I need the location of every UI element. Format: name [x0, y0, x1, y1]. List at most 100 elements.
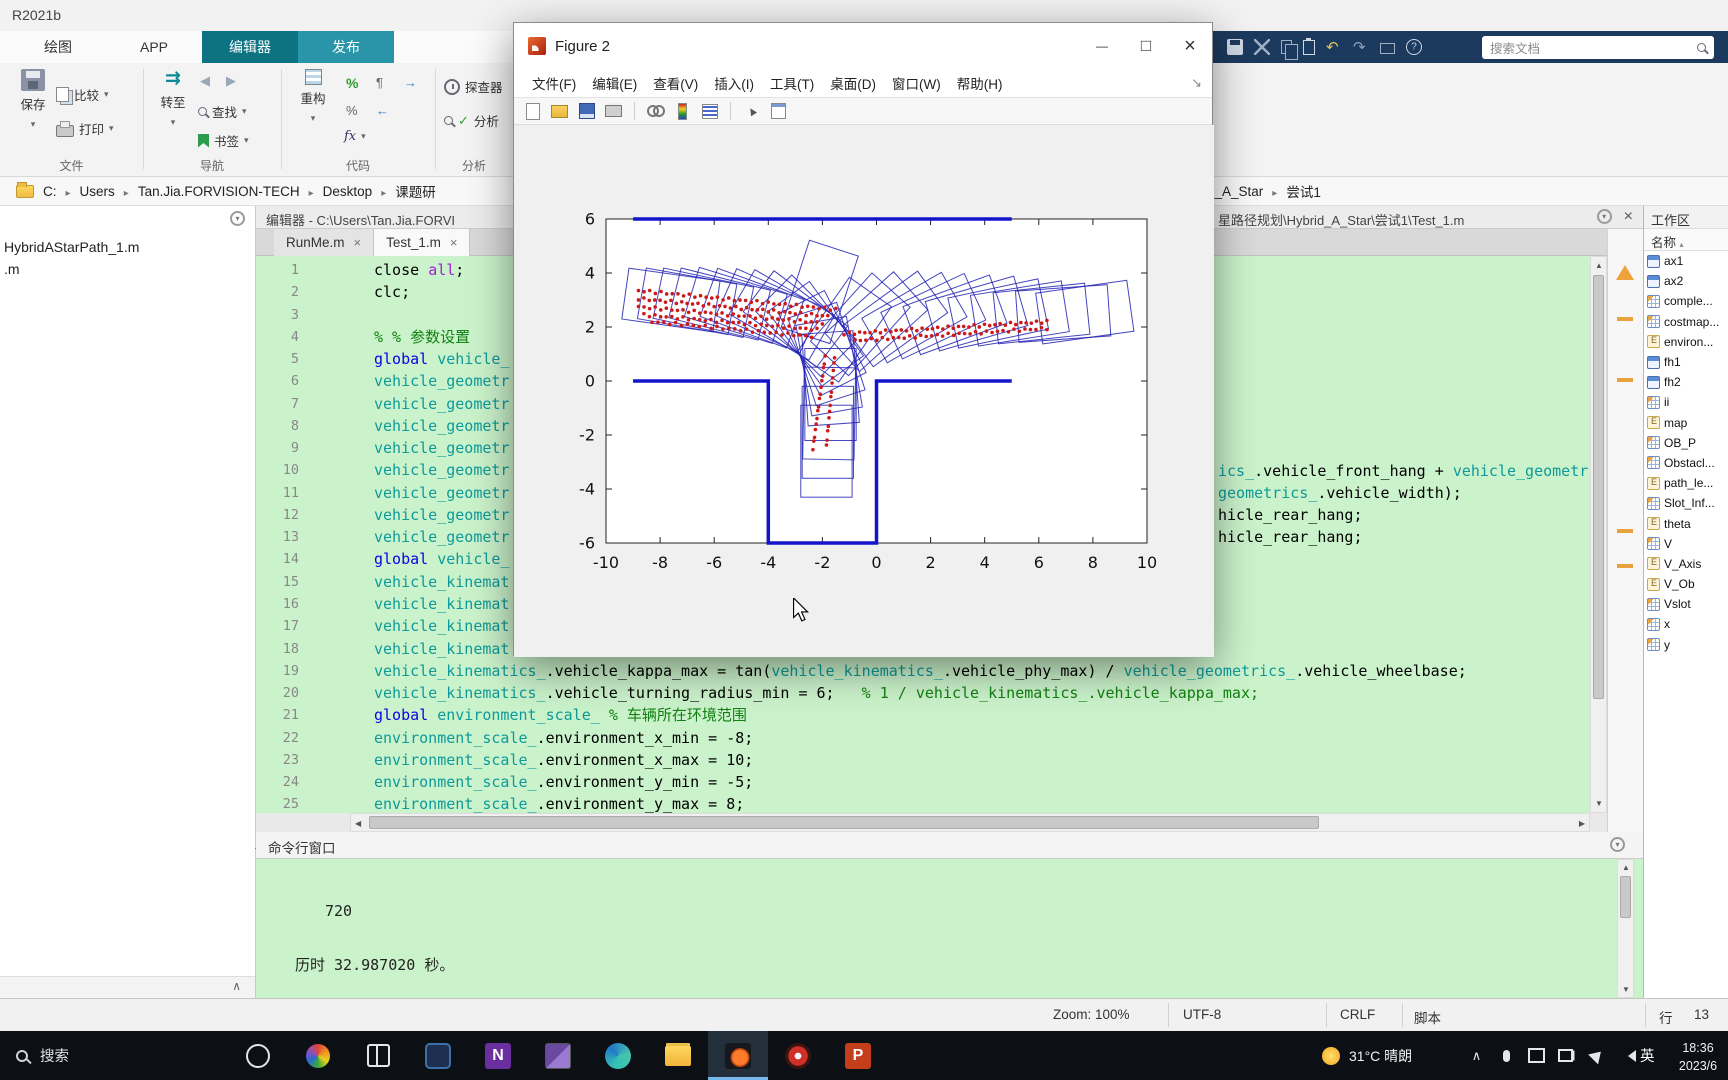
ribbon-tab-plot[interactable]: 绘图 — [10, 31, 106, 63]
scroll-left-icon[interactable] — [355, 819, 361, 828]
insert-legend-icon[interactable] — [700, 102, 719, 120]
display-tray-icon[interactable] — [1528, 1047, 1545, 1064]
help-icon[interactable] — [1406, 39, 1422, 55]
wrap-comments-icon[interactable]: ¶ — [376, 75, 383, 90]
workspace-variable-row[interactable]: ii — [1644, 392, 1728, 412]
edit-plot-icon[interactable] — [742, 102, 761, 120]
scrollbar-thumb[interactable] — [369, 816, 1319, 829]
battery-tray-icon[interactable] — [1558, 1047, 1575, 1064]
encoding-indicator[interactable]: UTF-8 — [1183, 1007, 1221, 1022]
task-view-taskbar-icon[interactable] — [348, 1031, 408, 1080]
copy-icon[interactable] — [1281, 40, 1292, 54]
workspace-variable-row[interactable]: environ... — [1644, 332, 1728, 352]
horizontal-scrollbar[interactable] — [350, 813, 1590, 832]
editor-menu-icon[interactable] — [1597, 209, 1612, 224]
colorwheel-taskbar-icon[interactable] — [288, 1031, 348, 1080]
analyzer-mark[interactable] — [1617, 564, 1633, 568]
workspace-variable-row[interactable]: fh1 — [1644, 352, 1728, 372]
find-button[interactable]: 查找 — [198, 102, 247, 121]
property-inspector-icon[interactable] — [769, 102, 788, 120]
workspace-variable-row[interactable]: V_Axis — [1644, 554, 1728, 574]
back-icon[interactable]: ◀ — [200, 73, 210, 89]
figure-menu-item[interactable]: 插入(I) — [706, 69, 762, 97]
command-window[interactable]: 命令行窗口 720 历时 32.987020 秒。 fx — [256, 832, 1643, 998]
insert-colorbar-icon[interactable] — [673, 102, 692, 120]
matlab-taskbar-icon[interactable] — [708, 1031, 768, 1080]
figure-plot-area[interactable]: -10-8-6-4-20246810-6-4-20246 — [514, 125, 1214, 657]
workspace-variable-row[interactable]: Vslot — [1644, 594, 1728, 614]
chat-taskbar-icon[interactable] — [408, 1031, 468, 1080]
breadcrumb-item[interactable]: Users — [80, 184, 115, 199]
scrollbar-thumb[interactable] — [1620, 876, 1631, 918]
file-type-indicator[interactable]: 脚本 — [1414, 1007, 1441, 1027]
workspace-variable-row[interactable]: OB_P — [1644, 433, 1728, 453]
scroll-down-icon[interactable] — [1595, 799, 1603, 808]
analyzer-mark[interactable] — [1617, 317, 1633, 321]
chevron-up-tray-icon[interactable] — [1468, 1047, 1485, 1064]
compare-button[interactable]: 比较 — [56, 85, 109, 104]
workspace-name-column-header[interactable]: 名称 ▴ — [1644, 229, 1728, 251]
ime-indicator[interactable]: 英 — [1640, 1031, 1655, 1080]
save-button[interactable]: 保存 — [10, 69, 56, 130]
figure-menu-item[interactable]: 查看(V) — [645, 69, 706, 97]
doc-search-box[interactable]: 搜索文档 — [1482, 36, 1714, 59]
comment-percent-icon[interactable]: % — [346, 75, 358, 91]
editor-close-icon[interactable] — [1624, 209, 1633, 224]
figure-plot-svg[interactable]: -10-8-6-4-20246810-6-4-20246 — [514, 125, 1214, 657]
whiteboard-taskbar-icon[interactable] — [528, 1031, 588, 1080]
workspace-variable-row[interactable]: path_le... — [1644, 473, 1728, 493]
edge-taskbar-icon[interactable] — [588, 1031, 648, 1080]
figure-titlebar[interactable]: Figure 2 — [514, 23, 1212, 69]
network-tray-icon[interactable] — [1588, 1047, 1605, 1064]
scroll-up-icon[interactable] — [1595, 261, 1603, 270]
breadcrumb-item[interactable]: Tan.Jia.FORVISION-TECH — [138, 184, 300, 199]
print-button[interactable]: 打印 — [56, 119, 114, 138]
redo-icon[interactable] — [1353, 39, 1369, 55]
goto-button[interactable]: ⇉ 转至 — [150, 69, 196, 128]
workspace-variable-row[interactable]: ax1 — [1644, 251, 1728, 271]
editor-tab-test1[interactable]: Test_1.m — [374, 229, 470, 256]
workspace-variable-row[interactable]: x — [1644, 614, 1728, 634]
workspace-variable-row[interactable]: comple... — [1644, 291, 1728, 311]
scroll-down-icon[interactable] — [1622, 985, 1630, 994]
open-file-icon[interactable] — [550, 102, 569, 120]
close-icon[interactable] — [354, 235, 362, 250]
undo-icon[interactable] — [1326, 39, 1342, 55]
save-figure-icon[interactable] — [577, 102, 596, 120]
figure-menu-item[interactable]: 工具(T) — [762, 69, 822, 97]
outdent-icon[interactable]: ← — [376, 103, 389, 118]
maximize-button[interactable] — [1124, 29, 1168, 63]
new-figure-icon[interactable] — [523, 102, 542, 120]
figure-menu-item[interactable]: 编辑(E) — [584, 69, 645, 97]
editor-tab-runme[interactable]: RunMe.m — [274, 229, 374, 256]
close-icon[interactable] — [450, 235, 458, 250]
powerpoint-taskbar-icon[interactable] — [828, 1031, 888, 1080]
zoom-level[interactable]: Zoom: 100% — [1053, 1007, 1130, 1022]
microphone-tray-icon[interactable] — [1498, 1047, 1515, 1064]
breadcrumb-item[interactable]: d_A_Star — [1207, 184, 1263, 199]
vertical-scrollbar[interactable] — [1617, 859, 1634, 998]
breadcrumb-item[interactable]: 尝试1 — [1286, 181, 1321, 201]
volume-tray-icon[interactable] — [1618, 1047, 1635, 1064]
workspace-variable-row[interactable]: theta — [1644, 513, 1728, 533]
workspace-variable-row[interactable]: fh2 — [1644, 372, 1728, 392]
workspace-variable-row[interactable]: map — [1644, 413, 1728, 433]
analyze-button[interactable]: ✓ 分析 — [444, 111, 499, 130]
uncomment-icon[interactable]: % — [346, 103, 358, 118]
bookmark-button[interactable]: 书签 — [198, 131, 249, 150]
collapse-icon[interactable]: ∧ — [232, 979, 241, 993]
workspace-variable-row[interactable]: Slot_Inf... — [1644, 493, 1728, 513]
scroll-right-icon[interactable] — [1579, 819, 1585, 828]
breadcrumb-item[interactable]: 课题研 — [395, 181, 436, 201]
workspace-variable-row[interactable]: y — [1644, 635, 1728, 655]
save-icon[interactable] — [1227, 39, 1243, 55]
vertical-scrollbar[interactable] — [1590, 256, 1607, 813]
refactor-button[interactable]: 重构 — [290, 69, 336, 124]
ribbon-tab-editor[interactable]: 编辑器 — [202, 31, 298, 63]
link-plot-icon[interactable] — [646, 102, 665, 120]
forward-icon[interactable]: ▶ — [226, 73, 236, 89]
paste-icon[interactable] — [1303, 40, 1315, 55]
file-item[interactable]: .m — [0, 258, 255, 280]
cortana-taskbar-icon[interactable] — [228, 1031, 288, 1080]
profiler-button[interactable]: 探查器 — [444, 77, 503, 96]
